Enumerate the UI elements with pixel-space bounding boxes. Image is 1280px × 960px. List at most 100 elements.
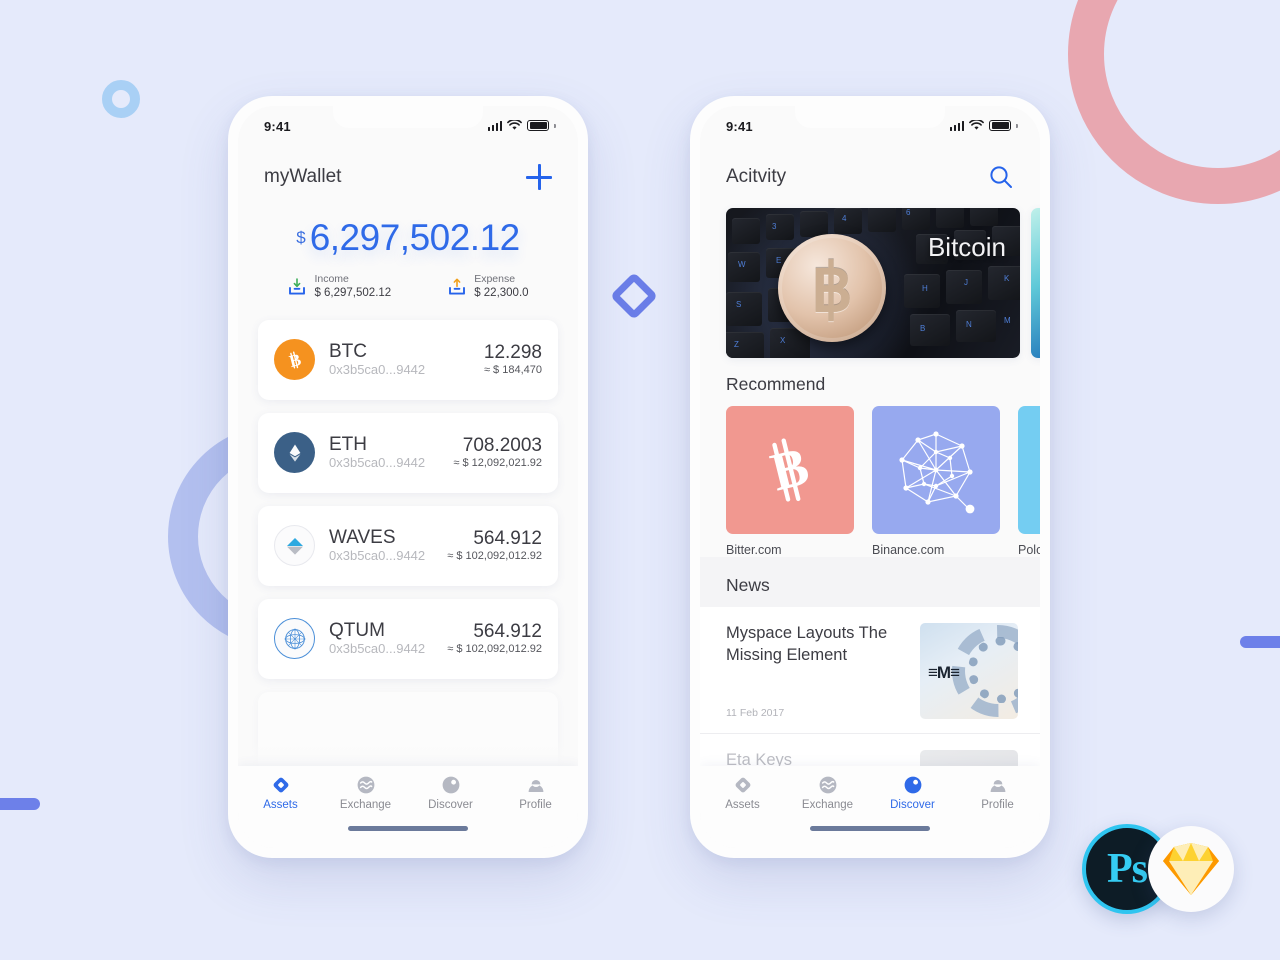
table-row[interactable]: B BTC 0x3b5ca0...9442 12.298 ≈ $ 184,470 xyxy=(258,319,558,400)
list-item[interactable]: Eta Keys xyxy=(700,734,1040,766)
tab-discover[interactable]: Discover xyxy=(870,775,955,824)
recommend-label: Polone xyxy=(1018,543,1040,557)
bitcoin-icon: B xyxy=(274,339,315,381)
list-item[interactable]: Myspace Layouts The Missing Element 11 F… xyxy=(700,607,1040,734)
search-icon[interactable] xyxy=(988,164,1014,190)
asset-address: 0x3b5ca0...9442 xyxy=(329,362,426,378)
table-row[interactable]: WAVES 0x3b5ca0...9442 564.912 ≈ $ 102,09… xyxy=(258,505,558,586)
list-item[interactable]: Polone xyxy=(1018,406,1040,557)
ethereum-icon xyxy=(274,432,315,474)
tab-label: Discover xyxy=(890,799,935,811)
assets-diamond-icon xyxy=(273,777,288,793)
recommend-tile xyxy=(1018,406,1040,534)
battery-tip-icon xyxy=(554,123,556,128)
banner-card-2[interactable] xyxy=(1031,208,1040,358)
signal-icon xyxy=(949,120,965,131)
discover-content[interactable]: W E S Z X H J K B N M 3 4 6 ฿ Bitcoin Re… xyxy=(700,204,1040,766)
expense-value: $ 22,300.0 xyxy=(474,287,529,300)
tab-label: Exchange xyxy=(339,799,392,811)
battery-icon xyxy=(989,120,1012,131)
recommend-label: Bitter.com xyxy=(726,543,782,557)
recommend-list[interactable]: B Bitter.com xyxy=(700,406,1040,557)
status-bar: 9:41 xyxy=(238,106,578,150)
asset-fiat-value: ≈ $ 102,092,012.92 xyxy=(447,550,542,563)
expense-label: Expense xyxy=(474,272,516,285)
tab-discover[interactable]: Discover xyxy=(408,775,493,824)
home-indicator[interactable] xyxy=(810,826,930,831)
income-block[interactable]: Income $ 6,297,502.12 xyxy=(287,272,391,302)
asset-amount: 564.912 xyxy=(473,527,542,549)
sketch-logo xyxy=(1148,826,1234,912)
exchange-waves-icon xyxy=(819,776,836,794)
income-value: $ 6,297,502.12 xyxy=(314,287,392,300)
recommend-tile: B xyxy=(726,406,854,534)
bitcoin-coin-icon: ฿ xyxy=(778,234,886,342)
upload-arrow-icon xyxy=(449,278,466,295)
list-item[interactable]: B Bitter.com xyxy=(726,406,854,557)
asset-list[interactable]: B BTC 0x3b5ca0...9442 12.298 ≈ $ 184,470 xyxy=(238,308,578,766)
sketch-diamond-icon xyxy=(1163,843,1219,895)
table-row[interactable]: ETH 0x3b5ca0...9442 708.2003 ≈ $ 12,092,… xyxy=(258,412,558,493)
canvas: 9:41 myWallet $ 6,297,502.12 Income $ 6,… xyxy=(0,0,1280,960)
news-thumbnail: ≡M≡ xyxy=(920,623,1018,719)
recommend-tile xyxy=(872,406,1000,534)
profile-person-icon xyxy=(990,778,1005,792)
tab-profile[interactable]: Profile xyxy=(955,775,1040,824)
bitcoin-b-icon: B xyxy=(765,436,814,503)
network-polyhedron-icon xyxy=(899,431,975,514)
tab-label: Discover xyxy=(428,799,473,811)
assets-nav-bar: myWallet xyxy=(238,150,578,204)
discover-circle-icon xyxy=(442,776,459,794)
profile-person-icon xyxy=(528,778,543,792)
tab-profile[interactable]: Profile xyxy=(493,775,578,824)
tab-label: Exchange xyxy=(801,799,854,811)
recommend-label: Binance.com xyxy=(872,543,945,557)
pink-arc-decoration xyxy=(1068,0,1280,204)
asset-address: 0x3b5ca0...9442 xyxy=(329,641,426,657)
balance-panel: $ 6,297,502.12 Income $ 6,297,502.12 Exp… xyxy=(238,204,578,308)
discover-circle-icon xyxy=(904,776,921,794)
status-time: 9:41 xyxy=(726,119,753,134)
left-bar-decoration xyxy=(0,798,40,810)
asset-symbol: BTC xyxy=(329,340,367,362)
asset-symbol: ETH xyxy=(329,433,367,455)
battery-tip-icon xyxy=(1016,123,1018,128)
asset-fiat-value: ≈ $ 12,092,021.92 xyxy=(453,457,542,470)
tab-exchange[interactable]: Exchange xyxy=(785,775,870,824)
asset-amount: 564.912 xyxy=(473,620,542,642)
news-heading: News xyxy=(700,557,1040,607)
waves-icon xyxy=(274,525,315,567)
list-item[interactable]: Binance.com xyxy=(872,406,1000,557)
tab-label: Assets xyxy=(263,799,298,811)
assets-screen: 9:41 myWallet $ 6,297,502.12 Income $ 6,… xyxy=(238,106,578,848)
notch xyxy=(795,106,945,128)
asset-amount: 708.2003 xyxy=(462,434,542,456)
table-row-partial[interactable] xyxy=(258,691,558,766)
tab-exchange[interactable]: Exchange xyxy=(323,775,408,824)
news-date: 11 Feb 2017 xyxy=(726,707,785,719)
tab-assets[interactable]: Assets xyxy=(238,775,323,824)
page-title: myWallet xyxy=(264,166,342,187)
asset-fiat-value: ≈ $ 102,092,012.92 xyxy=(447,643,542,656)
income-label: Income xyxy=(314,272,349,285)
asset-fiat-value: ≈ $ 184,470 xyxy=(483,364,542,377)
banner-card-bitcoin[interactable]: W E S Z X H J K B N M 3 4 6 ฿ Bitcoin xyxy=(726,208,1020,358)
tab-label: Profile xyxy=(981,799,1014,811)
notch xyxy=(333,106,483,128)
home-indicator[interactable] xyxy=(348,826,468,831)
bottom-tab-bar: Assets Exchange Discover Profile xyxy=(238,766,578,848)
right-bar-decoration xyxy=(1240,636,1280,648)
news-title: Myspace Layouts The Missing Element xyxy=(726,624,888,664)
currency-symbol: $ xyxy=(296,228,306,247)
table-row[interactable]: QTUM 0x3b5ca0...9442 564.912 ≈ $ 102,092… xyxy=(258,598,558,679)
balance-row: $ 6,297,502.12 xyxy=(238,218,578,258)
asset-address: 0x3b5ca0...9442 xyxy=(329,455,426,471)
banner-carousel[interactable]: W E S Z X H J K B N M 3 4 6 ฿ Bitcoin xyxy=(700,204,1040,358)
plus-icon[interactable] xyxy=(526,164,552,190)
signal-icon xyxy=(487,120,503,131)
ibm-logo-icon: ≡M≡ xyxy=(928,663,960,682)
wifi-icon xyxy=(507,120,523,130)
page-title: Acitvity xyxy=(726,166,787,187)
expense-block[interactable]: Expense $ 22,300.0 xyxy=(447,272,529,302)
tab-assets[interactable]: Assets xyxy=(700,775,785,824)
